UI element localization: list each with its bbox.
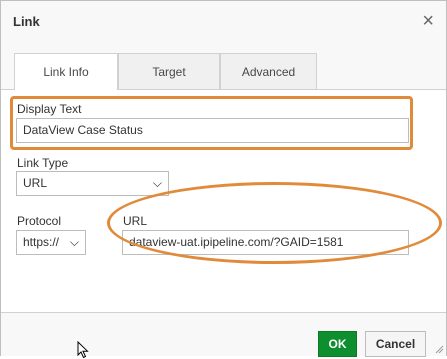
link-dialog: Link × Link Info Target Advanced Display… xyxy=(0,0,447,359)
dialog-title: Link xyxy=(13,14,40,29)
protocol-value: https:// xyxy=(23,235,60,249)
protocol-label: Protocol xyxy=(17,214,62,228)
tab-bar: Link Info Target Advanced xyxy=(1,45,446,90)
highlight-rectangle xyxy=(10,96,413,150)
highlight-ellipse xyxy=(107,182,442,264)
dialog-titlebar: Link × xyxy=(1,1,446,46)
ok-button[interactable]: OK xyxy=(318,331,357,357)
cancel-button[interactable]: Cancel xyxy=(365,331,426,357)
protocol-select[interactable]: https:// ⌵ xyxy=(16,230,86,255)
mouse-cursor-icon xyxy=(77,341,89,359)
close-icon[interactable]: × xyxy=(422,11,434,31)
link-type-value: URL xyxy=(23,176,48,190)
resize-grip-icon[interactable] xyxy=(434,344,444,354)
tab-link-info[interactable]: Link Info xyxy=(14,53,118,90)
chevron-down-icon: ⌵ xyxy=(152,176,162,190)
dialog-footer: OK Cancel xyxy=(1,312,446,357)
tab-advanced[interactable]: Advanced xyxy=(220,53,317,89)
link-type-select[interactable]: URL ⌵ xyxy=(16,171,169,196)
link-type-label: Link Type xyxy=(17,156,69,170)
tab-target[interactable]: Target xyxy=(118,53,220,89)
chevron-down-icon: ⌵ xyxy=(69,235,79,249)
